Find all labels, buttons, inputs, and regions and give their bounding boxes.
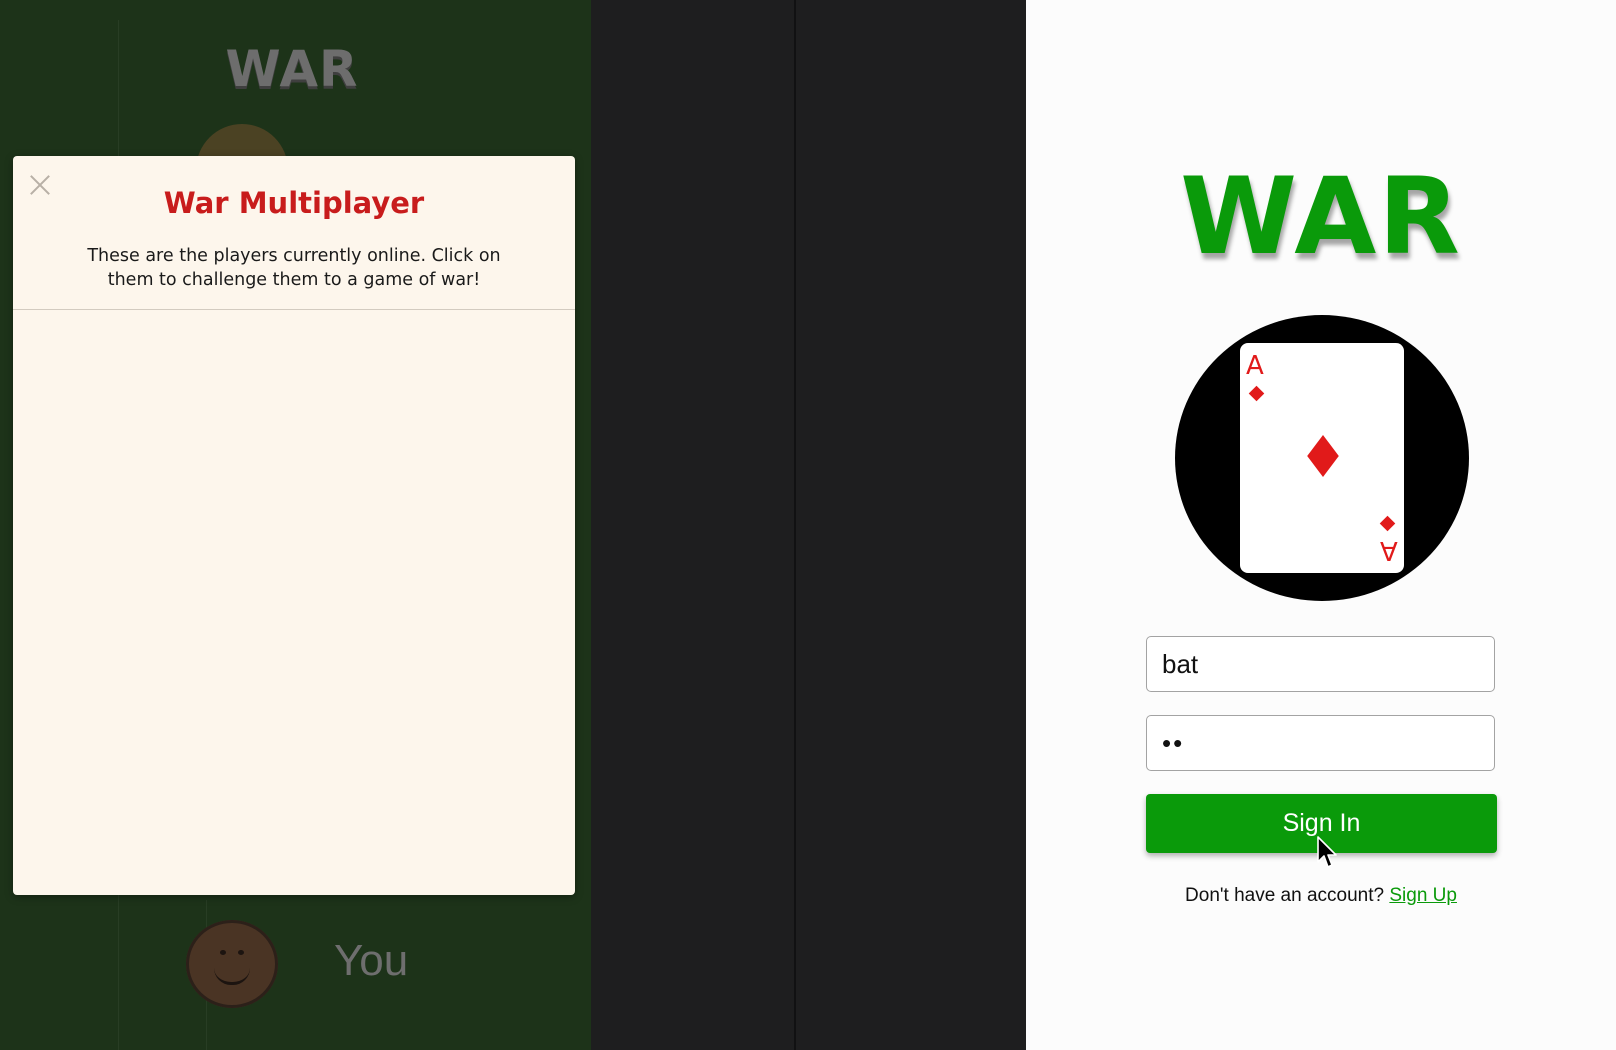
modal-description: These are the players currently online. … [87, 246, 501, 290]
signin-page: WAR A A Sign In Don't have an account? S… [1026, 0, 1616, 1050]
multiplayer-modal: War Multiplayer These are the players cu… [13, 156, 575, 895]
app-logo: WAR [1180, 155, 1462, 278]
card-rank-top: A [1246, 351, 1264, 381]
modal-title: War Multiplayer [163, 186, 425, 220]
playing-card: A A [1240, 343, 1404, 573]
diamond-icon [1248, 385, 1265, 402]
player-avatar [186, 920, 278, 1008]
avatar-eye [238, 950, 244, 955]
player-label: You [334, 936, 409, 985]
online-players-list [13, 310, 575, 895]
mouse-pointer-icon [1317, 836, 1337, 868]
sign-up-link[interactable]: Sign Up [1389, 885, 1457, 906]
avatar-eye [220, 950, 226, 955]
ace-card-logo: A A [1175, 315, 1469, 601]
signup-prompt: Don't have an account? Sign Up [1026, 885, 1616, 907]
signup-prompt-text: Don't have an account? [1185, 885, 1385, 906]
card-rank-bottom: A [1380, 535, 1398, 565]
username-input[interactable] [1146, 636, 1495, 692]
pane-divider[interactable] [794, 0, 796, 1050]
diamond-icon [1307, 435, 1339, 477]
separator-pane [591, 0, 1026, 1050]
password-input[interactable] [1146, 715, 1495, 771]
board-logo: WAR [225, 40, 359, 98]
avatar-mouth [214, 968, 250, 985]
diamond-icon [1379, 515, 1396, 532]
game-board: WAR You War Multiplayer These are the pl… [0, 0, 591, 1050]
